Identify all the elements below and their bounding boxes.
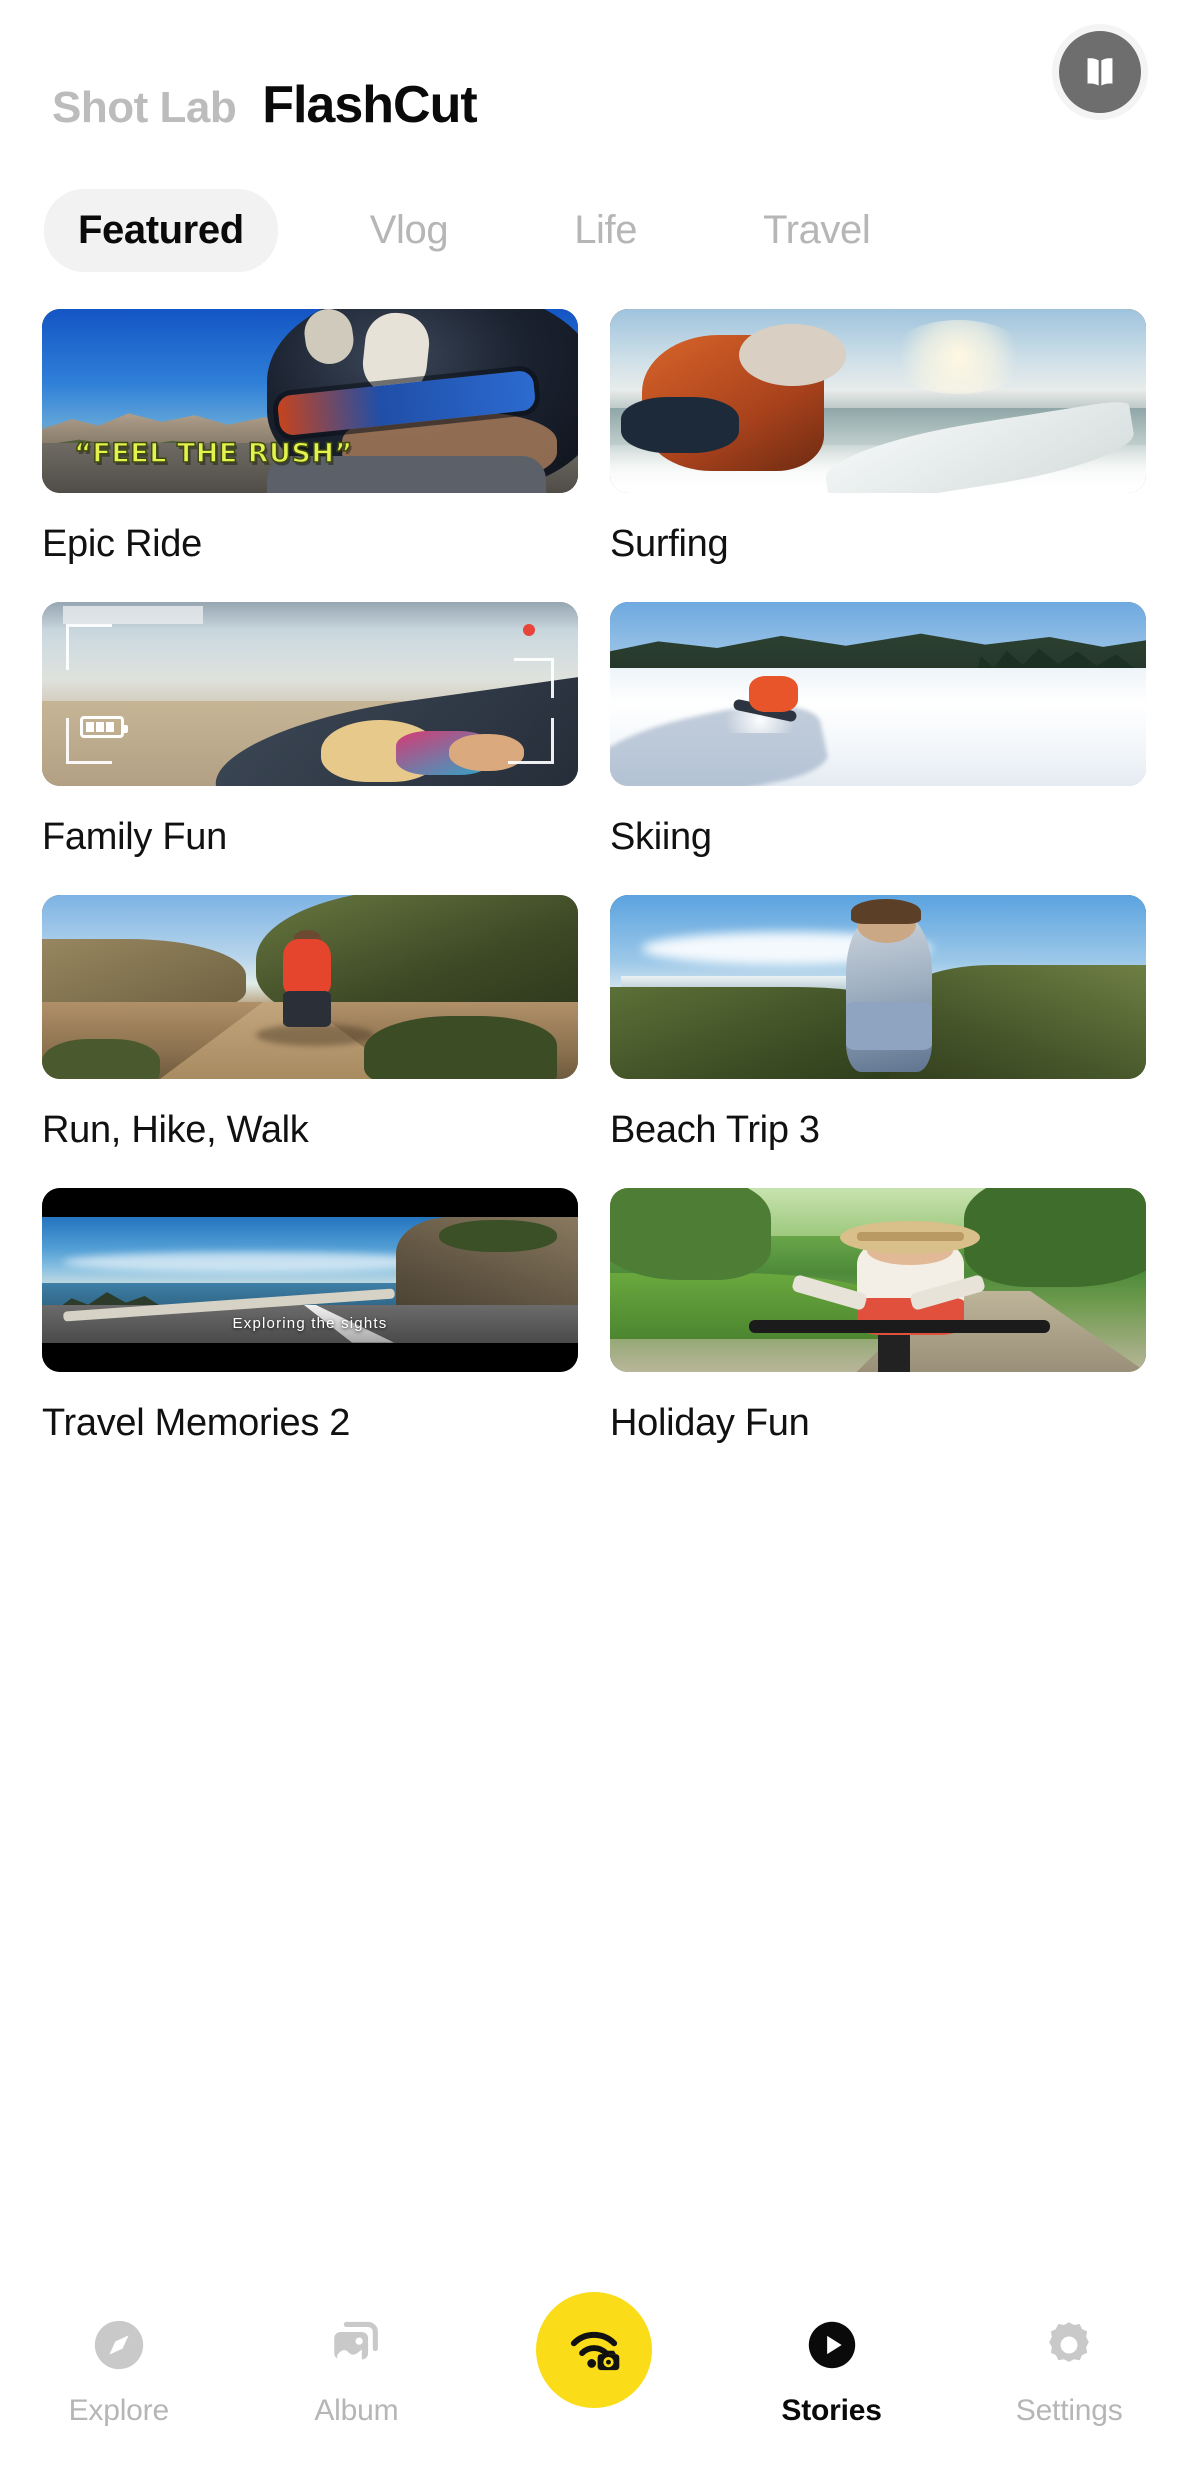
nav-item-stories[interactable]: Stories — [742, 2314, 922, 2428]
thumb-art — [283, 990, 332, 1028]
category-tabs: Featured Vlog Life Travel — [0, 175, 1188, 285]
viewfinder-corner-icon — [508, 718, 554, 764]
app-header: Shot Lab FlashCut — [0, 0, 1188, 175]
thumb-art — [610, 1188, 771, 1280]
nav-item-settings[interactable]: Settings — [979, 2314, 1159, 2428]
viewfinder-corner-icon — [514, 658, 554, 698]
tab-life[interactable]: Life — [540, 189, 671, 272]
play-circle-icon — [803, 2314, 861, 2376]
nav-item-explore[interactable]: Explore — [29, 2314, 209, 2428]
story-thumbnail[interactable] — [610, 602, 1146, 786]
story-thumbnail[interactable]: Exploring the sights — [42, 1188, 578, 1372]
story-thumbnail[interactable] — [610, 895, 1146, 1079]
story-card[interactable]: Holiday Fun — [610, 1188, 1146, 1445]
tab-featured[interactable]: Featured — [44, 188, 278, 272]
fab-container — [504, 2292, 684, 2408]
story-thumbnail[interactable] — [610, 309, 1146, 493]
wifi-camera-icon — [563, 2319, 625, 2381]
thumb-art — [963, 1188, 1146, 1288]
thumb-art — [42, 1038, 160, 1079]
compass-icon — [90, 2314, 148, 2376]
connect-camera-button[interactable] — [535, 2292, 652, 2408]
thumbnail-overlay-text: “FEEL THE RUSH” — [73, 437, 353, 470]
story-card[interactable]: Skiing — [610, 602, 1146, 859]
story-title: Holiday Fun — [610, 1402, 810, 1444]
story-title: Run, Hike, Walk — [42, 1109, 309, 1151]
brand-subtitle: Shot Lab — [52, 82, 237, 132]
photos-icon — [327, 2314, 385, 2376]
nav-label: Stories — [781, 2394, 882, 2427]
tab-travel[interactable]: Travel — [729, 189, 904, 272]
story-card[interactable]: Run, Hike, Walk — [42, 895, 578, 1152]
nav-item-album[interactable]: Album — [266, 2314, 446, 2428]
story-card[interactable]: Beach Trip 3 — [610, 895, 1146, 1152]
thumb-art — [620, 397, 739, 453]
thumb-art — [856, 1232, 964, 1242]
thumb-art — [749, 1320, 1050, 1334]
brand: Shot Lab FlashCut — [52, 41, 478, 135]
nav-label: Explore — [68, 2394, 170, 2427]
story-thumbnail[interactable] — [42, 602, 578, 786]
story-card[interactable]: Exploring the sights Travel Memories 2 — [42, 1188, 578, 1445]
story-title: Beach Trip 3 — [610, 1109, 820, 1151]
thumb-art — [363, 1016, 557, 1079]
battery-icon — [80, 716, 128, 738]
story-grid: “FEEL THE RUSH” Epic Ride Surfing Family… — [0, 285, 1188, 1445]
tab-vlog[interactable]: Vlog — [336, 189, 482, 272]
thumb-art — [845, 1001, 932, 1050]
story-thumbnail[interactable] — [610, 1188, 1146, 1372]
thumb-art — [256, 1023, 375, 1046]
story-card[interactable]: Family Fun — [42, 602, 578, 859]
story-card[interactable]: “FEEL THE RUSH” Epic Ride — [42, 309, 578, 566]
book-icon — [1077, 49, 1123, 95]
nav-label: Settings — [1015, 2394, 1123, 2427]
nav-label: Album — [314, 2394, 399, 2427]
thumb-art — [63, 1252, 439, 1273]
thumb-art — [851, 898, 921, 925]
story-title: Surfing — [610, 523, 729, 565]
story-thumbnail[interactable]: “FEEL THE RUSH” — [42, 309, 578, 493]
thumb-art — [283, 939, 332, 995]
thumb-art — [888, 320, 1029, 394]
viewfinder-corner-icon — [66, 624, 112, 670]
thumb-art — [63, 605, 203, 625]
bottom-navigation: Explore Album Stories Settings — [0, 2280, 1188, 2490]
thumb-art — [438, 1219, 557, 1253]
thumb-art — [749, 675, 798, 713]
thumbnail-caption: Exploring the sights — [232, 1314, 388, 1332]
story-title: Travel Memories 2 — [42, 1402, 351, 1444]
story-card[interactable]: Surfing — [610, 309, 1146, 566]
story-title: Skiing — [610, 816, 712, 858]
tutorial-button[interactable] — [1052, 24, 1148, 120]
story-thumbnail[interactable] — [42, 895, 578, 1079]
story-title: Epic Ride — [42, 523, 202, 565]
story-title: Family Fun — [42, 816, 227, 858]
gear-icon — [1040, 2314, 1098, 2376]
thumb-art — [738, 323, 846, 387]
page-title: FlashCut — [262, 75, 477, 134]
